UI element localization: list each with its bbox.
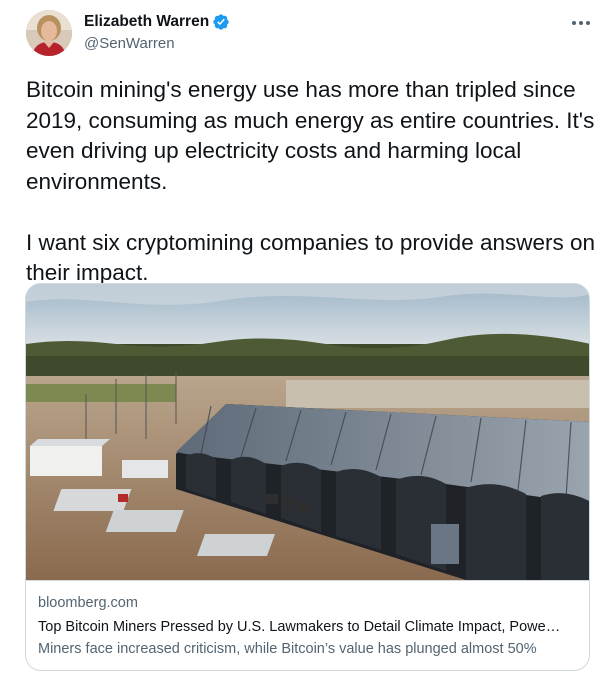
link-card-description: Miners face increased criticism, while B… <box>38 641 537 657</box>
author-name-line: Elizabeth Warren <box>84 13 230 31</box>
verified-badge-icon <box>212 13 230 31</box>
tweet: Elizabeth Warren @SenWarren Bitcoin mini… <box>0 0 612 678</box>
more-dots-icon <box>572 21 590 25</box>
link-card-domain: bloomberg.com <box>38 595 138 611</box>
author-handle[interactable]: @SenWarren <box>84 35 175 52</box>
link-card-info[interactable]: bloomberg.com Top Bitcoin Miners Pressed… <box>26 580 589 670</box>
link-card[interactable]: bloomberg.com Top Bitcoin Miners Pressed… <box>25 283 590 671</box>
author-avatar[interactable] <box>26 10 72 56</box>
link-card-image[interactable] <box>26 284 589 580</box>
link-card-title: Top Bitcoin Miners Pressed by U.S. Lawma… <box>38 619 561 635</box>
more-options-button[interactable] <box>568 12 594 34</box>
avatar-photo <box>26 10 72 56</box>
mining-facility-photo <box>26 284 589 580</box>
author-name[interactable]: Elizabeth Warren <box>84 13 209 31</box>
tweet-text: Bitcoin mining's energy use has more tha… <box>26 77 596 285</box>
